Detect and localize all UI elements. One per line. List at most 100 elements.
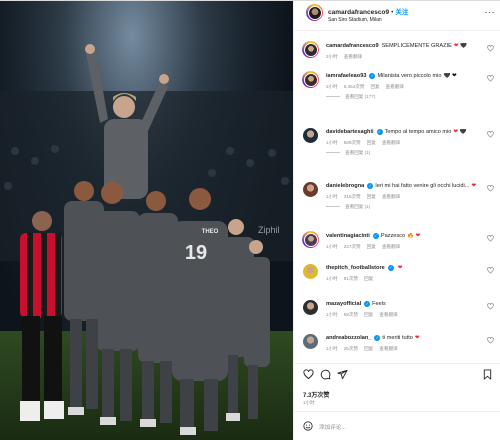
comment-body: SEMPLICEMENTE GRAZIE	[381, 43, 452, 49]
comment-meta: 1小时 247次赞 回复 查看翻译	[326, 244, 406, 250]
commenter-avatar[interactable]	[302, 41, 319, 58]
comment-emoji: ❤ 🖤	[453, 43, 468, 49]
small-heart-icon[interactable]	[487, 303, 494, 310]
small-heart-icon[interactable]	[487, 267, 494, 274]
header-separator: •	[391, 9, 394, 16]
commenter-avatar[interactable]	[302, 127, 319, 144]
post-side-panel: camardafrancesco9 • 关注 San Siro Stadium, M…	[293, 1, 500, 440]
commenter-avatar[interactable]	[302, 181, 319, 198]
follow-button[interactable]: 关注	[395, 9, 408, 16]
translate-button[interactable]: 查看翻译	[382, 194, 400, 199]
commenter-avatar[interactable]	[302, 299, 319, 316]
comment-input[interactable]: 添加评论...	[319, 423, 346, 431]
comment-meta: 2小时 查看翻译	[326, 54, 368, 60]
view-replies-label: 查看回复 (177)	[345, 94, 376, 99]
share-icon[interactable]	[337, 369, 348, 380]
commenter-avatar[interactable]	[302, 263, 319, 280]
comment-meta: 1小时 315次赞 回复 查看翻译	[326, 194, 406, 200]
translate-button[interactable]: 查看翻译	[344, 54, 362, 59]
comment-text-line: danielebrogna ✓ Ieri mi hai fatto venire g…	[326, 183, 494, 190]
comment-emoji: 🖤 ❤	[443, 73, 457, 79]
author-avatar[interactable]	[306, 4, 323, 21]
view-replies-label: 查看回复 (1)	[345, 204, 371, 209]
reply-button[interactable]: 回复	[367, 244, 376, 249]
comment-body: Tempo al tempo amico mio	[384, 129, 452, 135]
replies-divider	[326, 151, 340, 153]
commenter-avatar[interactable]	[302, 231, 319, 248]
commenter-username[interactable]: thepitch_footballstore	[326, 265, 385, 271]
translate-button[interactable]: 查看翻译	[379, 346, 397, 351]
commenter-username[interactable]: mazayofficial	[326, 301, 361, 307]
post-location[interactable]: San Siro Stadium, Milan	[328, 17, 382, 23]
reply-button[interactable]: 回复	[367, 194, 376, 199]
author-username[interactable]: camardafrancesco9	[328, 9, 389, 16]
commenter-avatar[interactable]	[302, 333, 319, 350]
small-heart-icon[interactable]	[487, 337, 494, 344]
view-replies-button[interactable]: 查看回复 (1)	[326, 150, 370, 156]
post-photo[interactable]: 19 THEO Ziphil	[0, 1, 293, 440]
emoji-icon[interactable]	[303, 421, 313, 431]
comment-text-line: thepitch_footballstore ✓ ❤	[326, 265, 494, 272]
bookmark-icon[interactable]	[482, 369, 493, 380]
post-header: camardafrancesco9 • 关注 San Siro Stadium, M…	[294, 1, 500, 31]
reply-button[interactable]: 回复	[370, 84, 379, 89]
verified-badge-icon: ✓	[372, 233, 379, 239]
verified-badge-icon: ✓	[364, 301, 371, 307]
view-replies-button[interactable]: 查看回复 (177)	[326, 94, 375, 100]
commenter-username[interactable]: valentinagiacinti	[326, 233, 370, 239]
comment-like-count[interactable]: 91次赞	[344, 276, 358, 281]
comment-meta: 1小时 58次赞 回复 查看翻译	[326, 312, 404, 318]
verified-badge-icon: ✓	[387, 265, 394, 271]
translate-button[interactable]: 查看翻译	[379, 312, 397, 317]
comment-like-count[interactable]: 5,454次赞	[344, 84, 365, 89]
likes-count[interactable]: 7.3万次赞	[303, 390, 329, 399]
add-comment-bar: 添加评论...	[294, 411, 500, 440]
commenter-username[interactable]: danielebrogna	[326, 183, 364, 189]
comment-meta: 1小时 91次赞 回复	[326, 276, 379, 282]
verified-badge-icon: ✓	[374, 335, 381, 341]
more-options-button[interactable]: ···	[485, 7, 496, 17]
small-heart-icon[interactable]	[487, 235, 494, 242]
heart-icon[interactable]	[303, 369, 314, 380]
commenter-username[interactable]: andreabozzolan_	[326, 335, 371, 341]
comment-body: Pazzesco	[380, 233, 406, 239]
commenter-username[interactable]: iamrafaeleao93	[326, 73, 366, 79]
reply-button[interactable]: 回复	[364, 276, 373, 281]
replies-divider	[326, 205, 340, 207]
comment-text-line: davidebartesaghii ✓ Tempo al tempo amico m…	[326, 129, 494, 136]
comment-body: Milanista vero piccolo mio	[377, 73, 442, 79]
translate-button[interactable]: 查看翻译	[382, 244, 400, 249]
replies-divider	[326, 95, 340, 97]
small-heart-icon[interactable]	[487, 131, 494, 138]
translate-button[interactable]: 查看翻译	[382, 140, 400, 145]
view-replies-button[interactable]: 查看回复 (1)	[326, 204, 370, 210]
comment-emoji: ❤ 🖤	[453, 129, 467, 135]
celebration-photo-illustration: 19 THEO	[0, 1, 293, 440]
reply-button[interactable]: 回复	[367, 140, 376, 145]
comment-icon[interactable]	[320, 369, 331, 380]
small-heart-icon[interactable]	[487, 185, 494, 192]
small-heart-icon[interactable]	[487, 75, 494, 82]
comment-like-count[interactable]: 247次赞	[344, 244, 361, 249]
small-heart-icon[interactable]	[487, 45, 494, 52]
comment-time: 1小时	[326, 194, 338, 199]
comment-like-count[interactable]: 315次赞	[344, 194, 361, 199]
commenter-username[interactable]: davidebartesaghii	[326, 129, 374, 135]
commenter-avatar[interactable]	[302, 71, 319, 88]
comment-like-count[interactable]: 25次赞	[344, 346, 358, 351]
comment-like-count[interactable]: 58次赞	[344, 312, 358, 317]
comment-time: 2小时	[326, 84, 338, 89]
view-replies-label: 查看回复 (1)	[345, 150, 371, 155]
comment-emoji: ❤	[414, 335, 420, 341]
commenter-username[interactable]: camardafrancesco9	[326, 43, 379, 49]
comment-emoji: ❤	[471, 183, 477, 189]
comment-like-count[interactable]: 589次赞	[344, 140, 361, 145]
comment-text-line: camardafrancesco9 SEMPLICEMENTE GRAZIE ❤ 🖤	[326, 43, 494, 50]
verified-badge-icon: ✓	[367, 183, 374, 189]
reply-button[interactable]: 回复	[364, 346, 373, 351]
reply-button[interactable]: 回复	[364, 312, 373, 317]
translate-button[interactable]: 查看翻译	[386, 84, 404, 89]
comment-emoji: ❤	[397, 265, 403, 271]
post-actions-bar: 7.3万次赞 1小时	[294, 363, 500, 411]
comment-time: 1小时	[326, 312, 338, 317]
